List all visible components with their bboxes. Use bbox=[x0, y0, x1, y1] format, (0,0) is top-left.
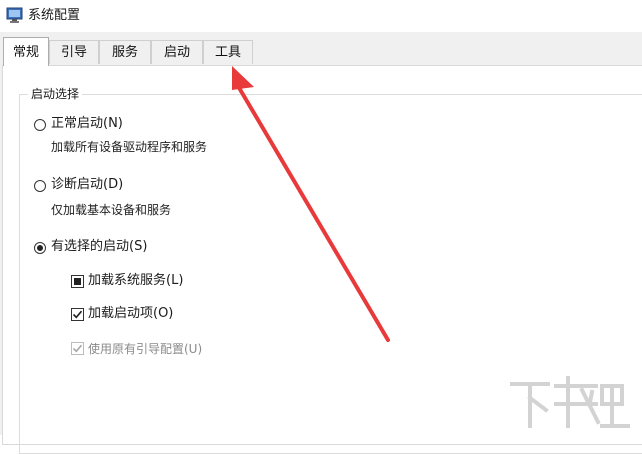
selective-startup-label[interactable]: 有选择的启动(S) bbox=[51, 238, 147, 256]
tab-services[interactable]: 服务 bbox=[99, 40, 151, 64]
selective-startup-radio[interactable] bbox=[34, 242, 46, 254]
startup-selection-label: 启动选择 bbox=[28, 86, 83, 102]
load-startup-items-label[interactable]: 加载启动项(O) bbox=[88, 305, 173, 323]
diagnostic-startup-description: 仅加载基本设备和服务 bbox=[51, 203, 172, 217]
diagnostic-startup-label[interactable]: 诊断启动(D) bbox=[51, 176, 123, 194]
load-system-services-checkbox[interactable] bbox=[71, 275, 84, 288]
tab-tools[interactable]: 工具 bbox=[203, 40, 253, 64]
normal-startup-radio[interactable] bbox=[34, 119, 46, 131]
tab-boot[interactable]: 引导 bbox=[49, 40, 99, 64]
msconfig-icon bbox=[6, 7, 23, 23]
title-bar: 系统配置 bbox=[0, 0, 642, 32]
use-original-boot-config-checkbox bbox=[71, 342, 84, 355]
normal-startup-description: 加载所有设备驱动程序和服务 bbox=[51, 140, 208, 154]
window-title: 系统配置 bbox=[28, 8, 81, 23]
load-startup-items-checkbox[interactable] bbox=[71, 308, 84, 321]
checkmark-icon bbox=[72, 344, 83, 353]
diagnostic-startup-radio[interactable] bbox=[34, 180, 46, 192]
tab-general[interactable]: 常规 bbox=[3, 37, 49, 66]
load-system-services-label[interactable]: 加载系统服务(L) bbox=[88, 272, 183, 290]
checkmark-icon bbox=[72, 310, 83, 319]
tab-startup[interactable]: 启动 bbox=[151, 40, 203, 64]
radio-selected-dot bbox=[37, 245, 43, 251]
use-original-boot-config-label: 使用原有引导配置(U) bbox=[88, 342, 203, 356]
normal-startup-label[interactable]: 正常启动(N) bbox=[51, 115, 123, 133]
